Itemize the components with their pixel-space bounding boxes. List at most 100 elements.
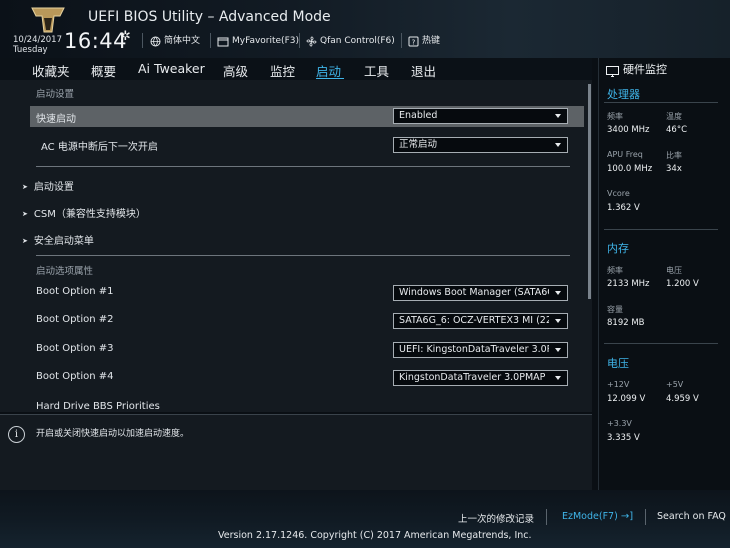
chevron-down-icon — [555, 114, 561, 118]
help-text: 开启或关闭快速启动以加速启动速度。 — [36, 429, 190, 439]
fast-boot-select[interactable]: Enabled — [393, 108, 568, 124]
tab-tool[interactable]: 工具 — [364, 61, 389, 80]
exit-arrow-icon: →] — [620, 511, 634, 522]
memory-voltage-label: 电压 — [666, 266, 682, 275]
submenu-label: 安全启动菜单 — [33, 236, 94, 247]
chevron-down-icon — [555, 319, 561, 323]
boot-option-2-label: Boot Option #2 — [36, 314, 114, 325]
divider — [604, 229, 718, 230]
last-modified-button[interactable]: 上一次的修改记录 — [458, 511, 534, 525]
svg-text:?: ? — [412, 38, 416, 46]
apu-freq-label: APU Freq — [607, 150, 643, 159]
active-tab-indicator — [316, 78, 344, 79]
hotkey-icon: ? — [408, 36, 419, 46]
favorite-icon — [217, 37, 229, 46]
voltage-5v-label: +5V — [666, 380, 684, 389]
divider — [36, 255, 570, 256]
tab-exit[interactable]: 退出 — [411, 61, 436, 80]
section-header-boot-option-priorities: 启动选项属性 — [36, 266, 94, 277]
vcore-value: 1.362 V — [607, 203, 640, 213]
version-copyright-text: Version 2.17.1246. Copyright (C) 2017 Am… — [218, 530, 532, 541]
memory-capacity-label: 容量 — [607, 305, 623, 314]
monitor-icon — [606, 62, 619, 81]
submenu-boot-configuration[interactable]: ➤ 启动设置 — [22, 178, 74, 193]
hotkeys-button[interactable]: ? 热键 — [408, 34, 440, 48]
cpu-ratio-label: 比率 — [666, 151, 682, 160]
toolbar-divider — [210, 33, 211, 48]
myfavorite-label: MyFavorite(F3) — [232, 36, 299, 46]
cpu-frequency-value: 3400 MHz — [607, 125, 650, 135]
boot-option-3-label: Boot Option #3 — [36, 343, 114, 354]
boot-option-2-value: SATA6G_6: OCZ-VERTEX3 MI (22 — [399, 315, 549, 326]
submenu-label: 启动设置 — [33, 182, 74, 193]
search-on-faq-button[interactable]: Search on FAQ — [657, 511, 726, 522]
tab-favorites[interactable]: 收藏夹 — [32, 61, 70, 80]
boot-option-4-label: Boot Option #4 — [36, 371, 114, 382]
clock-time[interactable]: 16:44 — [64, 29, 127, 53]
memory-frequency-value: 2133 MHz — [607, 279, 650, 289]
boot-option-1-value: Windows Boot Manager (SATA6G_6: OCZ-VERT… — [399, 287, 549, 298]
cpu-ratio-value: 34x — [666, 164, 682, 174]
apu-freq-value: 100.0 MHz — [607, 164, 653, 174]
voltage-3v3-label: +3.3V — [607, 419, 632, 428]
boot-option-4-select[interactable]: KingstonDataTraveler 3.0PMAP — [393, 370, 568, 386]
ezmode-button[interactable]: EzMode(F7) →] — [562, 511, 633, 522]
boot-option-3-value: UEFI: KingstonDataTraveler 3.0PMAP — [399, 344, 549, 355]
cpu-frequency-label: 频率 — [607, 112, 623, 121]
cpu-temperature-value: 46°C — [666, 125, 688, 135]
chevron-right-icon: ➤ — [22, 210, 28, 218]
clock-settings-gear-icon[interactable]: ✲ — [120, 29, 131, 44]
scrollbar[interactable] — [588, 84, 591, 299]
cpu-temperature-label: 温度 — [666, 112, 682, 121]
voltage-12v-label: +12V — [607, 380, 630, 389]
tab-monitor[interactable]: 监控 — [270, 61, 295, 80]
date-text: 10/24/2017 — [13, 35, 62, 45]
voltage-3v3-value: 3.335 V — [607, 433, 640, 443]
voltage-section-title: 电压 — [607, 357, 629, 370]
language-button[interactable]: 简体中文 — [150, 34, 200, 48]
memory-capacity-value: 8192 MB — [607, 318, 645, 328]
chevron-down-icon — [555, 143, 561, 147]
voltage-12v-value: 12.099 V — [607, 394, 646, 404]
divider — [36, 166, 570, 167]
qfan-control-label: Qfan Control(F6) — [320, 36, 395, 46]
chevron-right-icon: ➤ — [22, 237, 28, 245]
ac-power-loss-value: 正常启动 — [399, 139, 438, 150]
fan-icon — [306, 36, 317, 46]
app-title: UEFI BIOS Utility – Advanced Mode — [88, 9, 331, 25]
vcore-label: Vcore — [607, 189, 630, 198]
ezmode-label: EzMode(F7) — [562, 511, 618, 522]
hard-drive-bbs-priorities-label[interactable]: Hard Drive BBS Priorities — [36, 401, 160, 412]
qfan-control-button[interactable]: Qfan Control(F6) — [306, 34, 395, 48]
myfavorite-button[interactable]: MyFavorite(F3) — [217, 34, 299, 48]
chevron-down-icon — [555, 291, 561, 295]
fast-boot-label: 快速启动 — [36, 114, 76, 125]
ac-power-loss-select[interactable]: 正常启动 — [393, 137, 568, 153]
toolbar-divider — [142, 33, 143, 48]
cpu-section-title: 处理器 — [607, 88, 640, 101]
tuf-logo — [30, 6, 66, 34]
section-header-boot-configuration: 启动设置 — [36, 89, 75, 100]
boot-option-3-select[interactable]: UEFI: KingstonDataTraveler 3.0PMAP — [393, 342, 568, 358]
submenu-label: CSM（兼容性支持模块） — [33, 209, 146, 220]
divider — [604, 102, 718, 103]
memory-voltage-value: 1.200 V — [666, 279, 699, 289]
chevron-right-icon: ➤ — [22, 183, 28, 191]
submenu-csm[interactable]: ➤ CSM（兼容性支持模块） — [22, 205, 146, 220]
tab-ai-tweaker[interactable]: Ai Tweaker — [138, 61, 205, 76]
submenu-secure-boot[interactable]: ➤ 安全启动菜单 — [22, 232, 94, 247]
boot-option-2-select[interactable]: SATA6G_6: OCZ-VERTEX3 MI (22 — [393, 313, 568, 329]
memory-section-title: 内存 — [607, 242, 629, 255]
info-icon: i — [8, 426, 25, 443]
hardware-monitor-title: 硬件监控 — [623, 63, 667, 76]
tab-advanced[interactable]: 高级 — [223, 61, 248, 80]
globe-icon — [150, 36, 161, 46]
chevron-down-icon — [555, 376, 561, 380]
memory-frequency-label: 频率 — [607, 266, 623, 275]
boot-option-1-select[interactable]: Windows Boot Manager (SATA6G_6: OCZ-VERT… — [393, 285, 568, 301]
toolbar-divider — [299, 33, 300, 48]
chevron-down-icon — [555, 348, 561, 352]
tab-main[interactable]: 概要 — [91, 61, 116, 80]
language-label: 简体中文 — [164, 36, 201, 46]
boot-option-4-value: KingstonDataTraveler 3.0PMAP — [399, 372, 546, 383]
